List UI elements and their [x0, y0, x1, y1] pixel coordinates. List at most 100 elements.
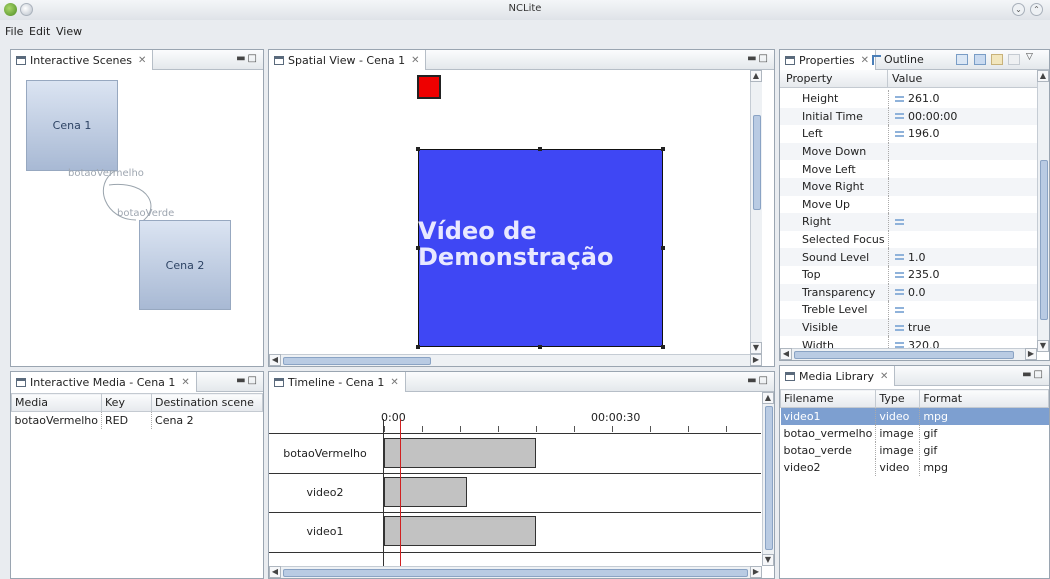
table-row[interactable]: botaoVermelho RED Cena 2 [12, 411, 263, 429]
scroll-thumb[interactable] [283, 357, 431, 365]
tab-timeline[interactable]: Timeline - Cena 1 ✕ [269, 372, 406, 392]
property-value-cell[interactable] [888, 178, 1048, 196]
timeline-vertical-scrollbar[interactable]: ▲ ▼ [762, 392, 774, 566]
pin-icon[interactable] [956, 54, 968, 65]
scroll-up-icon[interactable]: ▲ [762, 392, 774, 404]
column-header-value[interactable]: Value [888, 70, 922, 87]
table-row[interactable]: botao_vermelho image gif [781, 424, 1049, 442]
scroll-down-icon[interactable]: ▼ [750, 342, 762, 354]
property-value-cell[interactable] [888, 142, 1048, 161]
scroll-thumb[interactable] [283, 569, 748, 577]
property-value-cell[interactable] [888, 160, 1048, 178]
property-row[interactable]: Selected Focus M [780, 230, 1048, 249]
property-value-cell[interactable]: true [888, 318, 1048, 337]
scroll-thumb[interactable] [765, 406, 773, 550]
close-icon[interactable]: ✕ [181, 377, 189, 388]
resize-handle[interactable] [661, 147, 665, 151]
column-header-format[interactable]: Format [919, 389, 1049, 408]
property-value-cell[interactable]: 1.0 [888, 248, 1048, 266]
tab-interactive-scenes[interactable]: Interactive Scenes ✕ [11, 50, 154, 70]
link-label-botao-vermelho[interactable]: botaoVermelho [68, 168, 144, 179]
video-media-region[interactable]: Vídeo de Demonstração [416, 147, 665, 349]
scroll-thumb[interactable] [1040, 160, 1048, 320]
restore-icon[interactable] [1008, 54, 1020, 65]
scroll-thumb[interactable] [794, 351, 1014, 359]
column-header-destination[interactable]: Destination scene [151, 393, 263, 412]
property-row[interactable]: Move Left [780, 160, 1048, 178]
minimize-maximize-icons[interactable]: ▬□ [236, 375, 259, 386]
minimize-maximize-icons[interactable]: ▬□ [747, 53, 770, 64]
scroll-right-icon[interactable]: ▶ [750, 566, 762, 578]
scroll-right-icon[interactable]: ▶ [750, 354, 762, 366]
resize-handle[interactable] [538, 345, 542, 349]
property-value-cell[interactable]: 00:00:00 [888, 107, 1048, 126]
property-row[interactable]: Move Up [780, 195, 1048, 214]
scroll-down-icon[interactable]: ▼ [1037, 340, 1049, 352]
column-header-media[interactable]: Media [10, 393, 103, 412]
timeline-bar-video2[interactable] [384, 477, 467, 507]
tab-spatial-view[interactable]: Spatial View - Cena 1 ✕ [269, 50, 427, 70]
close-icon[interactable]: ✕ [411, 55, 419, 66]
link-label-botao-verde[interactable]: botaoVerde [117, 208, 174, 219]
tab-media-library[interactable]: Media Library ✕ [780, 366, 896, 386]
spatial-vertical-scrollbar[interactable]: ▲ ▼ [750, 70, 762, 354]
table-row-selected[interactable]: video1 video mpg [780, 407, 1049, 425]
table-row[interactable]: video2 video mpg [781, 458, 1049, 476]
timeline-bar-video1[interactable] [384, 516, 536, 546]
property-row[interactable]: Right [780, 213, 1048, 231]
property-value-cell[interactable]: 196.0 [888, 125, 1048, 143]
scroll-down-icon[interactable]: ▼ [762, 554, 774, 566]
property-row[interactable]: Height 261.0 [780, 90, 1048, 108]
table-row[interactable]: botao_verde image gif [781, 441, 1049, 459]
minimize-maximize-icons[interactable]: ▬□ [747, 375, 770, 386]
property-row[interactable]: Transparency 0.0 [780, 283, 1048, 302]
resize-handle[interactable] [416, 246, 420, 250]
close-icon[interactable]: ✕ [861, 55, 869, 66]
property-row[interactable]: Visible true [780, 318, 1048, 337]
filter-icon[interactable] [991, 54, 1003, 65]
menu-file[interactable]: File [5, 25, 23, 38]
scroll-right-icon[interactable]: ▶ [1025, 348, 1037, 360]
property-value-cell[interactable] [888, 195, 1048, 214]
timeline-bar-botao-vermelho[interactable] [384, 438, 536, 468]
column-header-filename[interactable]: Filename [779, 389, 877, 408]
scene-node-cena-2[interactable]: Cena 2 [139, 220, 231, 310]
scroll-up-icon[interactable]: ▲ [1037, 70, 1049, 82]
scroll-left-icon[interactable]: ◀ [269, 354, 281, 366]
properties-vertical-scrollbar[interactable]: ▲ ▼ [1037, 70, 1049, 352]
resize-handle[interactable] [416, 147, 420, 151]
property-row[interactable]: Move Right [780, 178, 1048, 196]
scroll-up-icon[interactable]: ▲ [750, 70, 762, 82]
property-row[interactable]: Initial Time 00:00:00 [780, 107, 1048, 126]
property-row[interactable]: Left 196.0 [780, 125, 1048, 143]
property-row[interactable]: Sound Level 1.0 [780, 248, 1048, 266]
minimize-maximize-icons[interactable]: ▬□ [1022, 369, 1045, 380]
properties-horizontal-scrollbar[interactable]: ◀ ▶ [780, 348, 1037, 360]
property-value-cell[interactable]: 0.0 [888, 283, 1048, 302]
maximize-icon[interactable]: ⌃ [1030, 3, 1043, 16]
resize-handle[interactable] [661, 345, 665, 349]
menu-edit[interactable]: Edit [29, 25, 50, 38]
property-value-cell[interactable]: 261.0 [888, 90, 1048, 108]
close-icon[interactable]: ✕ [138, 55, 146, 66]
column-header-property[interactable]: Property [780, 70, 888, 87]
column-header-type[interactable]: Type [875, 389, 921, 408]
tab-outline[interactable]: Outline [872, 53, 924, 66]
property-row[interactable]: Treble Level [780, 301, 1048, 319]
property-value-cell[interactable] [888, 213, 1048, 231]
tab-properties[interactable]: Properties ✕ [780, 50, 876, 70]
resize-handle[interactable] [538, 147, 542, 151]
resize-handle[interactable] [661, 246, 665, 250]
tab-interactive-media[interactable]: Interactive Media - Cena 1 ✕ [11, 372, 197, 392]
close-icon[interactable]: ✕ [880, 371, 888, 382]
red-button-media[interactable] [417, 75, 441, 99]
minimize-maximize-icons[interactable]: ▬□ [236, 53, 259, 64]
playhead-marker[interactable] [400, 419, 401, 566]
column-header-key[interactable]: Key [101, 393, 153, 412]
minimize-icon[interactable]: ⌄ [1012, 3, 1025, 16]
close-icon[interactable]: ✕ [390, 377, 398, 388]
scroll-left-icon[interactable]: ◀ [780, 348, 792, 360]
property-row[interactable]: Top 235.0 [780, 266, 1048, 284]
timeline-horizontal-scrollbar[interactable]: ◀ ▶ [269, 566, 762, 578]
scroll-thumb[interactable] [753, 115, 761, 210]
